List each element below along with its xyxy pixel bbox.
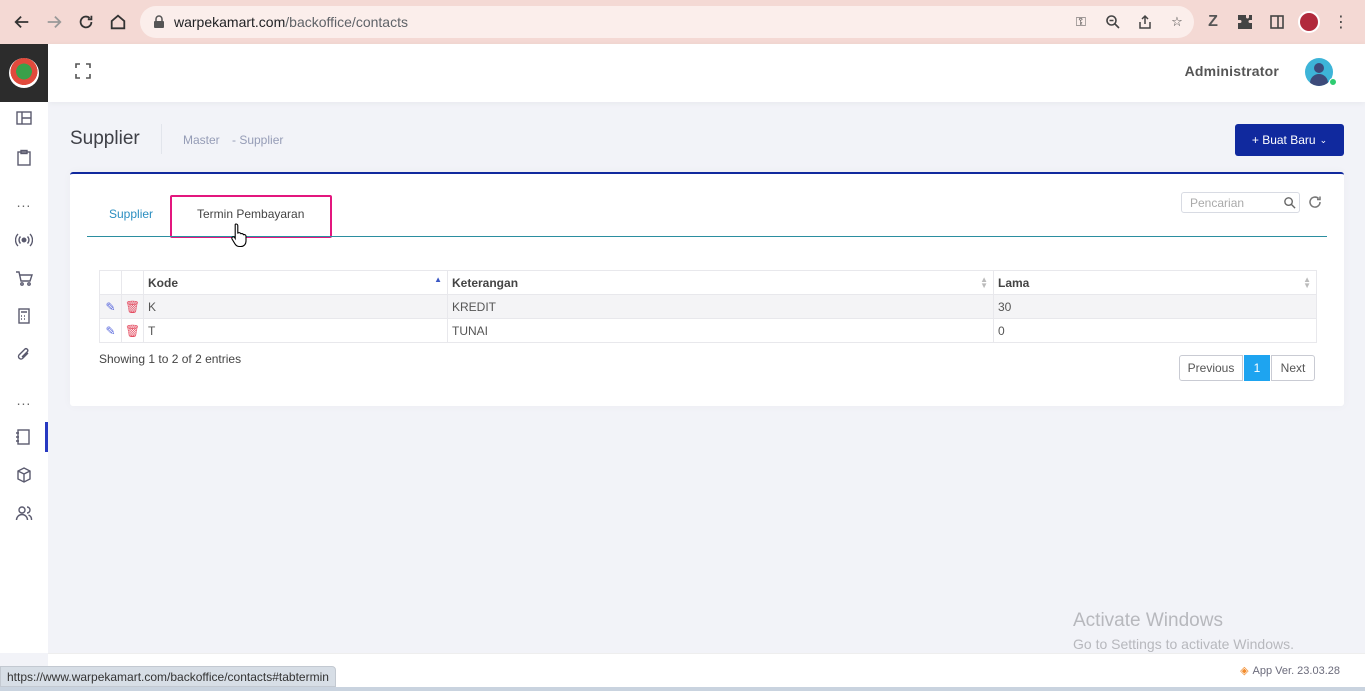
- bottom-strip: [0, 687, 1365, 691]
- logo[interactable]: [0, 44, 48, 102]
- cart-icon[interactable]: [0, 263, 48, 293]
- column-label: Lama: [998, 275, 1030, 290]
- extension-z-icon[interactable]: Z: [1202, 11, 1224, 33]
- action-header: [121, 270, 144, 295]
- forward-icon[interactable]: [38, 6, 70, 38]
- zoom-icon[interactable]: [1102, 11, 1124, 33]
- search-icon[interactable]: [1283, 196, 1296, 209]
- contacts-book-icon[interactable]: [0, 422, 48, 452]
- url-path: /backoffice/contacts: [285, 14, 408, 30]
- tab-highlight-box: [170, 195, 332, 238]
- table-row: ✎ 🗑 T TUNAI 0: [99, 318, 1317, 343]
- lock-icon: [154, 15, 164, 28]
- section-separator: ...: [16, 194, 32, 210]
- clipboard-icon[interactable]: [0, 143, 48, 173]
- side-panel-icon[interactable]: [1266, 11, 1288, 33]
- column-label: Keterangan: [452, 275, 519, 290]
- cell-keterangan: TUNAI: [447, 318, 994, 343]
- app-version: ◈ App Ver. 23.03.28: [1240, 664, 1340, 678]
- paperclip-icon[interactable]: [0, 339, 48, 369]
- users-icon[interactable]: [0, 498, 48, 528]
- calculator-icon[interactable]: [0, 301, 48, 331]
- page-title: Supplier: [70, 128, 140, 149]
- user-name[interactable]: Administrator: [1185, 63, 1279, 79]
- sort-icon: ▲ ▼: [980, 275, 988, 290]
- refresh-icon[interactable]: [1308, 195, 1322, 209]
- extensions-puzzle-icon[interactable]: [1234, 11, 1256, 33]
- share-icon[interactable]: [1134, 11, 1156, 33]
- online-status-dot: [1329, 78, 1337, 86]
- content-card: Supplier Termin Pembayaran Pencarian Kod…: [70, 172, 1344, 406]
- layers-icon: ◈: [1240, 665, 1249, 677]
- key-icon[interactable]: ⚿: [1070, 11, 1092, 33]
- column-header-lama[interactable]: Lama ▲ ▼: [993, 270, 1317, 295]
- windows-activation-watermark: Activate Windows Go to Settings to activ…: [1073, 610, 1294, 652]
- browser-toolbar: warpekamart.com/backoffice/contacts ⚿ ☆ …: [0, 0, 1365, 44]
- column-header-kode[interactable]: Kode ▲: [143, 270, 448, 295]
- breadcrumb-supplier[interactable]: - Supplier: [232, 133, 283, 147]
- address-bar[interactable]: warpekamart.com/backoffice/contacts ⚿ ☆: [140, 6, 1194, 38]
- home-icon[interactable]: [102, 6, 134, 38]
- column-header-keterangan[interactable]: Keterangan ▲ ▼: [447, 270, 994, 295]
- pagination: Previous 1 Next: [1179, 355, 1315, 381]
- hand-cursor-icon: [231, 223, 247, 248]
- section-separator: ...: [16, 392, 32, 408]
- cell-lama: 0: [993, 318, 1317, 343]
- sort-asc-icon: ▲: [434, 275, 442, 284]
- watermark-subtitle: Go to Settings to activate Windows.: [1073, 636, 1294, 652]
- edit-icon[interactable]: ✎: [99, 318, 122, 343]
- page-1-button[interactable]: 1: [1244, 355, 1270, 381]
- dashboard-icon[interactable]: [0, 103, 48, 133]
- create-new-button[interactable]: + Buat Baru ⌄: [1235, 124, 1344, 156]
- action-header: [99, 270, 122, 295]
- delete-icon[interactable]: 🗑: [121, 318, 144, 343]
- app-version-label: App Ver. 23.03.28: [1252, 664, 1340, 677]
- browser-menu-icon[interactable]: ⋮: [1330, 11, 1352, 33]
- delete-icon[interactable]: 🗑: [121, 294, 144, 319]
- title-divider: [161, 124, 162, 154]
- sort-icon: ▲ ▼: [1303, 275, 1311, 290]
- sidebar: ... ...: [0, 44, 48, 653]
- bookmark-star-icon[interactable]: ☆: [1166, 11, 1188, 33]
- termin-table: Kode ▲ Keterangan ▲ ▼ Lama ▲ ▼ ✎ 🗑 K KREDIT 3…: [99, 270, 1317, 343]
- column-label: Kode: [148, 275, 178, 290]
- fullscreen-icon[interactable]: [74, 62, 92, 80]
- cell-kode: K: [143, 294, 448, 319]
- url-host: warpekamart.com: [174, 14, 286, 30]
- breadcrumb-master[interactable]: Master: [183, 133, 220, 147]
- reload-icon[interactable]: [70, 6, 102, 38]
- profile-avatar[interactable]: [1298, 11, 1320, 33]
- previous-button[interactable]: Previous: [1179, 355, 1243, 381]
- link-status-bubble: https://www.warpekamart.com/backoffice/c…: [0, 666, 336, 687]
- chevron-down-icon: ⌄: [1319, 134, 1328, 145]
- broadcast-icon[interactable]: [0, 225, 48, 255]
- back-icon[interactable]: [6, 6, 38, 38]
- edit-icon[interactable]: ✎: [99, 294, 122, 319]
- cell-keterangan: KREDIT: [447, 294, 994, 319]
- create-new-label: + Buat Baru: [1251, 133, 1316, 147]
- cell-lama: 30: [993, 294, 1317, 319]
- watermark-title: Activate Windows: [1073, 610, 1223, 631]
- app-header: Administrator: [48, 44, 1365, 102]
- box-icon[interactable]: [0, 460, 48, 490]
- tab-supplier[interactable]: Supplier: [109, 207, 153, 221]
- table-row: ✎ 🗑 K KREDIT 30: [99, 294, 1317, 319]
- tabs-underline: [87, 236, 1327, 237]
- cell-kode: T: [143, 318, 448, 343]
- next-button[interactable]: Next: [1271, 355, 1315, 381]
- table-info: Showing 1 to 2 of 2 entries: [99, 352, 242, 366]
